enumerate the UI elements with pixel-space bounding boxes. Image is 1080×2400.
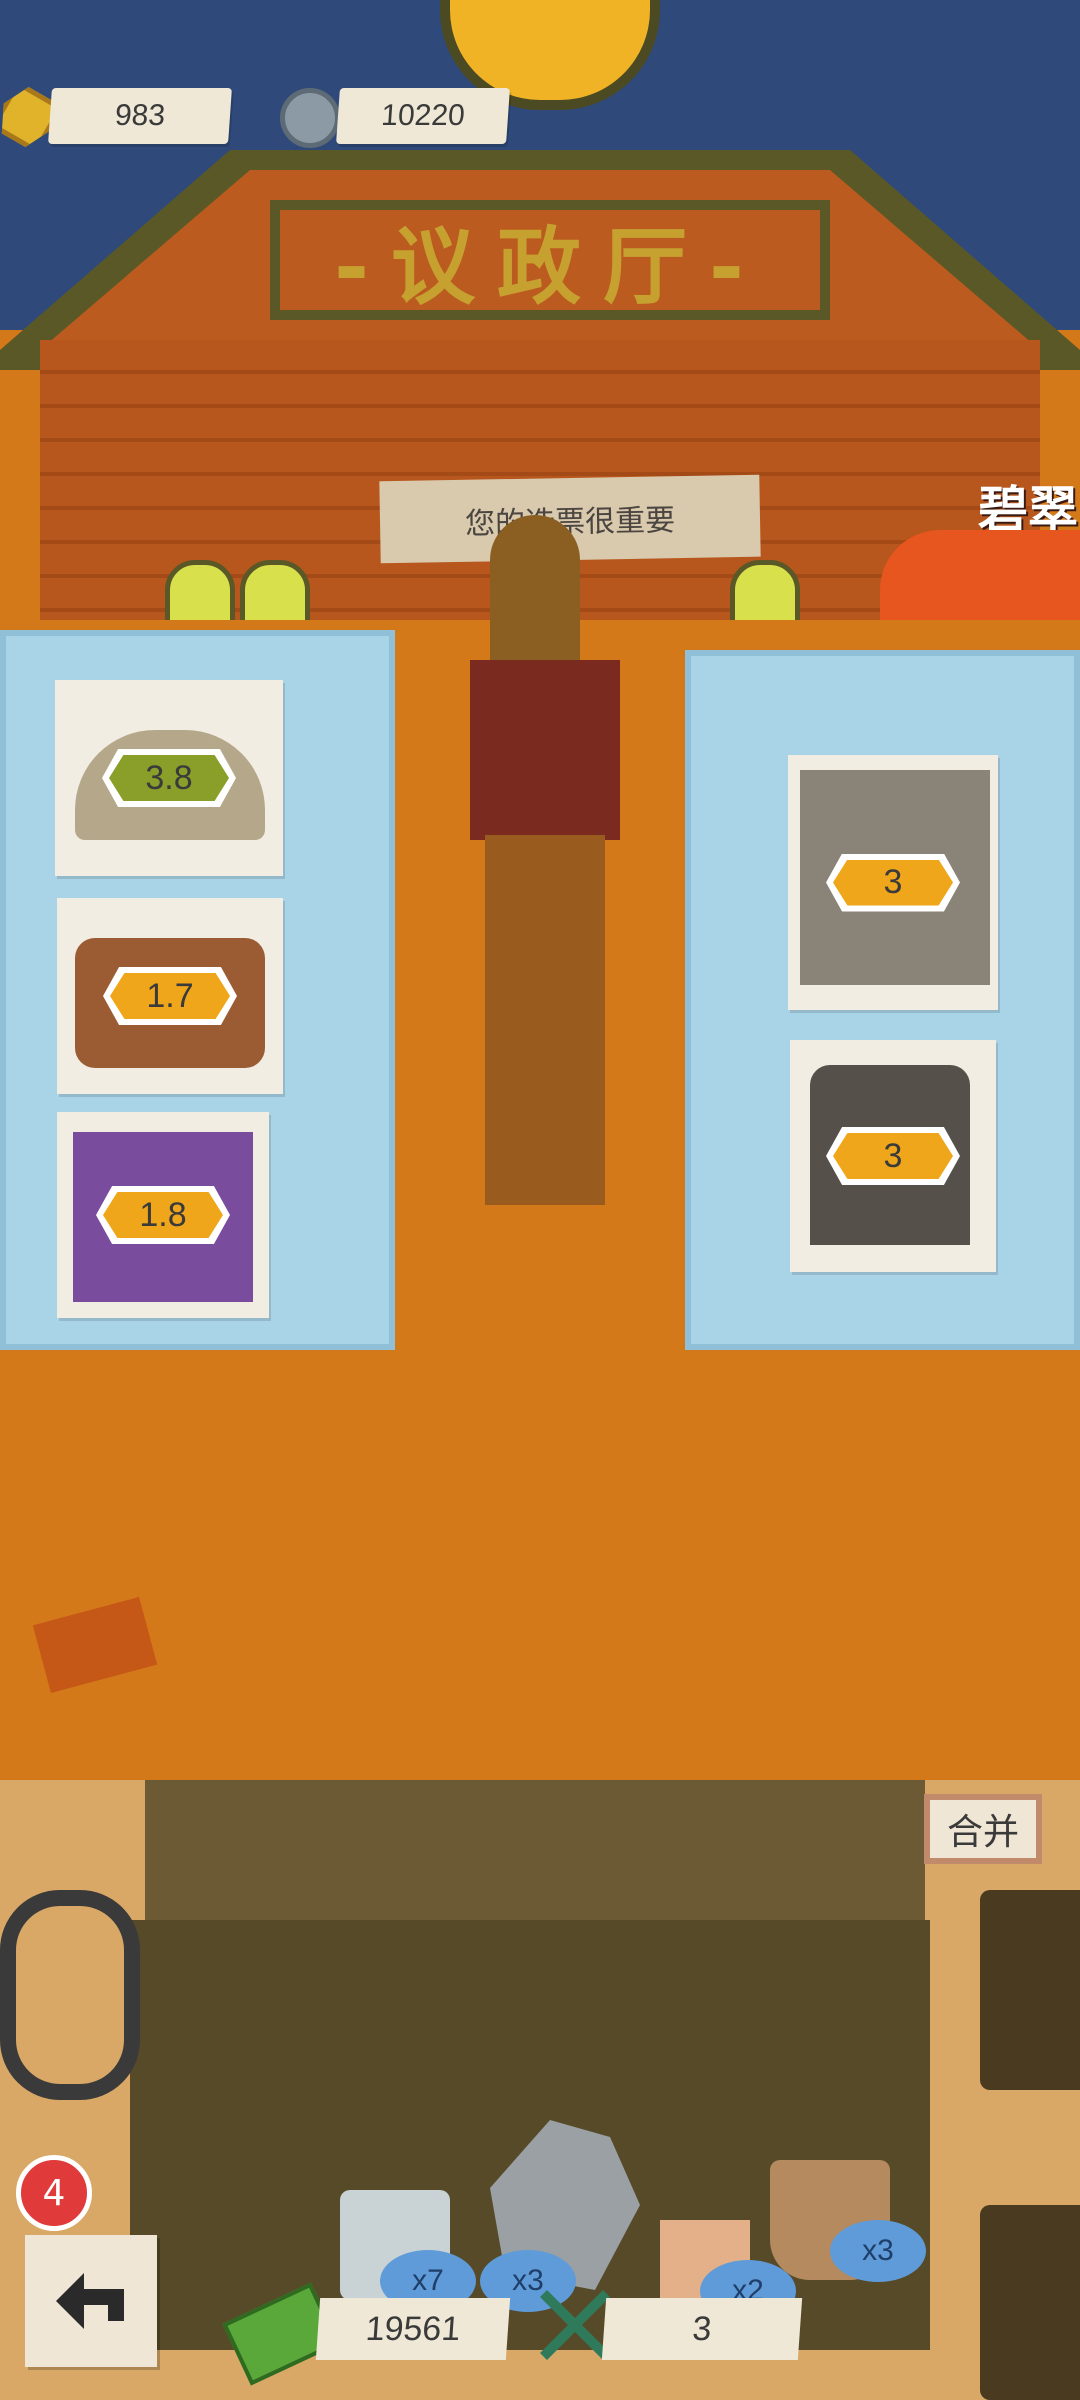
character-torso xyxy=(470,660,620,840)
side-pouch[interactable] xyxy=(980,2205,1080,2400)
equip-slot-hat[interactable]: 3.8 xyxy=(55,680,283,876)
item-weight-badge: 3 xyxy=(833,1133,953,1179)
nut-counter: 10220 xyxy=(336,88,510,144)
inventory-item-bucket[interactable]: x3 xyxy=(760,2140,930,2310)
hook-icon[interactable] xyxy=(0,1890,140,2100)
tools-counter: 3 xyxy=(601,2298,803,2360)
timer-badge: 4 xyxy=(16,2155,92,2231)
inventory-item-stone[interactable]: x3 xyxy=(480,2120,650,2320)
gold-counter: 983 xyxy=(48,88,232,144)
nut-currency-icon xyxy=(280,88,340,148)
item-weight-badge: 1.7 xyxy=(110,973,230,1019)
item-weight-badge: 3.8 xyxy=(109,755,229,801)
equip-slot-boots[interactable]: 3 xyxy=(790,1040,996,1272)
item-weight-badge: 3 xyxy=(833,859,953,906)
player-character[interactable] xyxy=(455,515,635,1215)
item-count-badge: x3 xyxy=(830,2220,926,2282)
inventory-item-cloth[interactable]: x7 xyxy=(340,2190,476,2312)
character-legs xyxy=(485,835,605,1205)
item-weight-badge: 1.8 xyxy=(103,1192,223,1238)
equip-slot-sweater[interactable]: 1.8 xyxy=(57,1112,269,1318)
merge-button[interactable]: 合并 xyxy=(924,1794,1042,1864)
side-pouch[interactable] xyxy=(980,1890,1080,2090)
equip-slot-bag[interactable]: 1.7 xyxy=(57,898,283,1094)
back-button[interactable] xyxy=(25,2235,157,2367)
hall-sign: -议政厅- xyxy=(270,200,830,320)
money-counter: 19561 xyxy=(315,2298,511,2360)
back-arrow-icon xyxy=(56,2273,124,2329)
equip-slot-pants[interactable]: 3 xyxy=(788,755,998,1010)
